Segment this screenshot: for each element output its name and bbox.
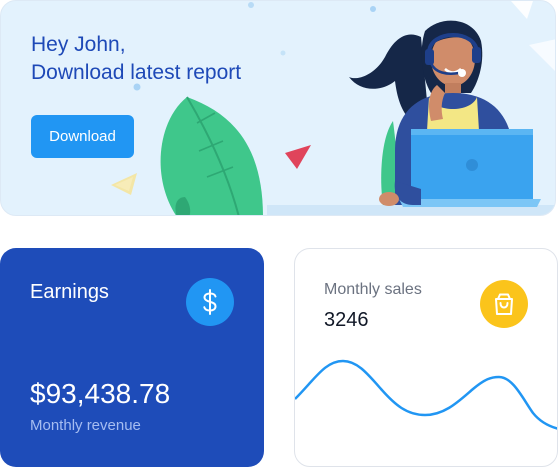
sales-sparkline-path bbox=[295, 359, 557, 430]
download-report-banner: Hey John, Download latest report Downloa… bbox=[0, 0, 556, 216]
sales-sparkline bbox=[295, 359, 557, 430]
banner-greeting: Hey John, Download latest report bbox=[31, 31, 241, 87]
earnings-subtitle: Monthly revenue bbox=[30, 417, 141, 434]
download-button[interactable]: Download bbox=[31, 115, 134, 158]
greeting-line-report: Download latest report bbox=[31, 61, 242, 84]
earnings-title: Earnings bbox=[30, 281, 109, 303]
earnings-card: Earnings $93,438.78 Monthly revenue bbox=[0, 248, 264, 467]
greeting-line-name: Hey John, bbox=[31, 33, 126, 56]
monthly-sales-card: Monthly sales 3246 bbox=[294, 248, 558, 467]
dollar-icon bbox=[186, 278, 234, 326]
earnings-amount: $93,438.78 bbox=[30, 378, 171, 409]
